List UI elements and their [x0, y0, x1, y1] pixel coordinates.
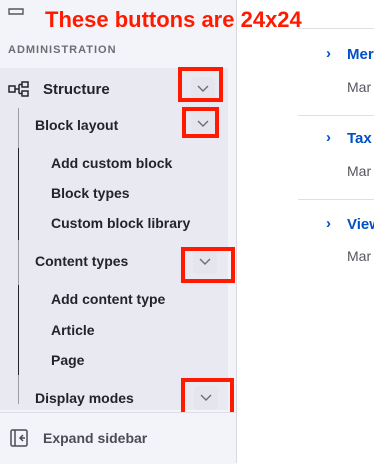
chevron-right-icon: › [326, 45, 331, 62]
annotation-box-structure [178, 67, 223, 102]
main-item-desc: Mar [347, 163, 372, 179]
chevron-right-icon: › [326, 215, 331, 232]
sidebar-item-content-types[interactable]: Content types [35, 253, 128, 269]
divider [298, 28, 374, 29]
section-title: ADMINISTRATION [8, 44, 117, 56]
main-item-title[interactable]: Mer [347, 46, 374, 63]
annotation-box-content-types [181, 247, 235, 283]
annotation-text: These buttons are 24x24 [45, 7, 302, 32]
sidebar-item-article[interactable]: Article [51, 322, 95, 338]
admin-sidebar: ADMINISTRATION Structure Block layout Ad… [0, 0, 237, 464]
divider [298, 199, 374, 200]
tray-icon [8, 8, 24, 15]
main-item-desc: Mar [347, 79, 372, 95]
sidebar-item-display-modes[interactable]: Display modes [35, 390, 134, 406]
sidebar-item-add-custom-block[interactable]: Add custom block [51, 155, 172, 171]
sidebar-item-block-types[interactable]: Block types [51, 185, 130, 201]
sidebar-item-custom-block-library[interactable]: Custom block library [51, 215, 190, 231]
sidebar-item-block-layout[interactable]: Block layout [35, 117, 118, 133]
chevron-right-icon: › [326, 129, 331, 146]
sidebar-item-add-content-type[interactable]: Add content type [51, 291, 165, 307]
nesting-line [18, 148, 19, 240]
main-item-title[interactable]: View [347, 216, 374, 233]
expand-sidebar-icon[interactable] [10, 429, 28, 447]
main-item-desc: Mar [347, 248, 372, 264]
divider [298, 115, 374, 116]
nesting-line [18, 285, 19, 375]
main-item-title[interactable]: Tax [347, 130, 372, 147]
expand-sidebar-button[interactable]: Expand sidebar [43, 430, 147, 446]
annotation-box-block-layout [182, 107, 219, 138]
structure-icon [8, 81, 29, 97]
sidebar-item-structure[interactable]: Structure [43, 81, 110, 98]
sidebar-item-page[interactable]: Page [51, 352, 84, 368]
sidebar-footer: Expand sidebar [0, 412, 236, 464]
